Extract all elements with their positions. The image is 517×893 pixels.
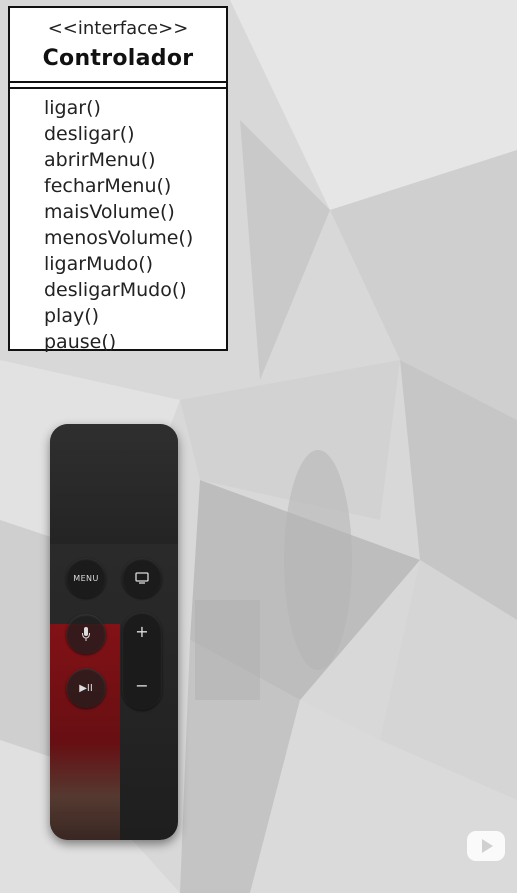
uml-operation: pause() (44, 331, 117, 353)
uml-operation: play() (44, 305, 100, 327)
uml-operation: fecharMenu() (44, 175, 172, 197)
remote-touch-surface (50, 424, 178, 544)
remote-tv-button (122, 558, 162, 598)
remote-play-pause-button: ▶II (66, 668, 106, 708)
uml-operation: menosVolume() (44, 227, 194, 249)
uml-operation: maisVolume() (44, 201, 175, 223)
uml-interface-box: <<interface>> Controlador ligar() deslig… (8, 6, 228, 353)
uml-stereotype: <<interface>> (47, 18, 189, 39)
uml-operation: desligar() (44, 123, 135, 145)
remote-volume-rocker: + − (122, 612, 162, 710)
remote-menu-button: MENU (66, 558, 106, 598)
uml-class-name: Controlador (42, 46, 194, 71)
remote-mic-button (66, 614, 106, 654)
uml-operation: ligar() (44, 97, 101, 119)
volume-minus-label: − (135, 676, 149, 695)
uml-operation: abrirMenu() (44, 149, 156, 171)
video-logo-icon[interactable] (466, 830, 506, 862)
uml-header: <<interface>> Controlador (10, 8, 226, 83)
tv-remote-image: MENU ▶II + − (50, 424, 178, 840)
microphone-icon (82, 627, 90, 641)
remote-reflection (50, 624, 120, 840)
uml-operation: ligarMudo() (44, 253, 154, 275)
uml-operation: desligarMudo() (44, 279, 187, 301)
volume-plus-label: + (135, 622, 149, 641)
uml-operations-list: ligar() desligar() abrirMenu() fecharMen… (10, 89, 226, 355)
tv-icon (135, 572, 149, 584)
